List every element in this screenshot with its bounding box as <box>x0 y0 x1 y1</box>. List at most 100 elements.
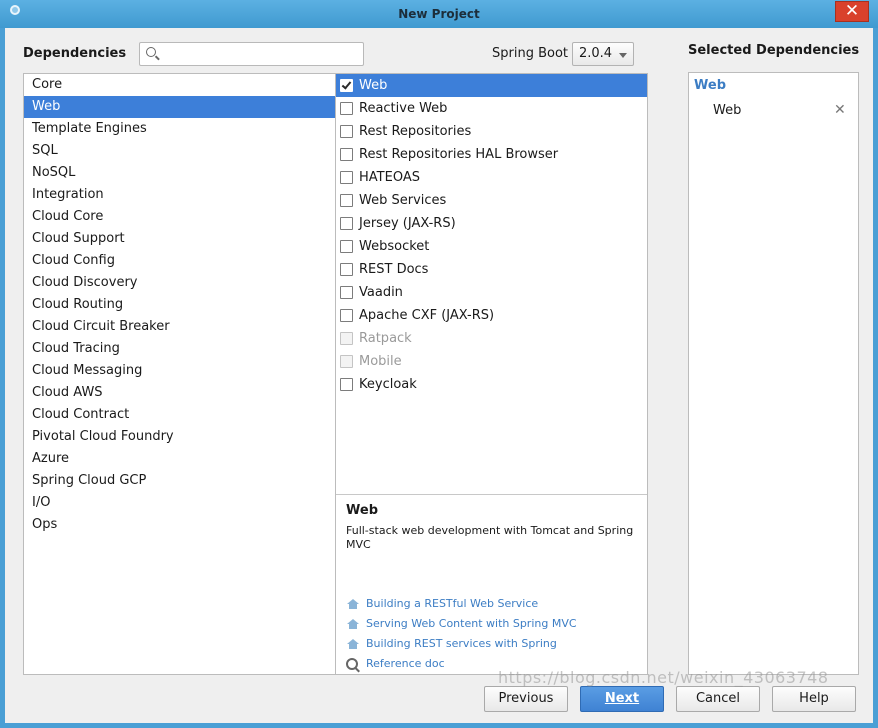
category-item[interactable]: Cloud Config <box>24 250 335 272</box>
cancel-label: Cancel <box>695 691 741 706</box>
category-list: Core Web Template Engines SQL NoSQL Integrati… <box>23 73 336 675</box>
help-button[interactable]: Help <box>772 686 856 712</box>
guide-link[interactable]: Serving Web Content with Spring MVC <box>346 615 577 635</box>
dependency-item[interactable]: Web Services <box>336 189 647 212</box>
category-item[interactable]: Ops <box>24 514 335 536</box>
dependency-checkbox[interactable] <box>340 263 353 276</box>
category-item[interactable]: Cloud AWS <box>24 382 335 404</box>
search-box[interactable] <box>139 42 364 66</box>
new-project-dialog: Dependencies Spring Boot 2.0.4 Selected … <box>5 28 873 723</box>
dependency-item[interactable]: Rest Repositories HAL Browser <box>336 143 647 166</box>
dependency-checkbox[interactable] <box>340 240 353 253</box>
category-item[interactable]: Spring Cloud GCP <box>24 470 335 492</box>
dependency-item[interactable]: Keycloak <box>336 373 647 396</box>
category-item[interactable]: Cloud Contract <box>24 404 335 426</box>
category-item[interactable]: Cloud Routing <box>24 294 335 316</box>
dependency-label: Rest Repositories HAL Browser <box>359 147 559 162</box>
detail-title: Web <box>346 503 378 518</box>
reference-icon <box>346 658 358 670</box>
dependency-item[interactable]: Web <box>336 74 647 97</box>
dependencies-label: Dependencies <box>23 46 127 61</box>
dependency-checkbox[interactable] <box>340 378 353 391</box>
category-item[interactable]: Template Engines <box>24 118 335 140</box>
spring-boot-version-select[interactable]: 2.0.4 <box>572 42 634 66</box>
chevron-down-icon <box>619 53 627 58</box>
window-title: New Project <box>398 7 480 21</box>
search-input[interactable] <box>162 45 357 63</box>
title-bar: New Project ✕ <box>0 0 878 28</box>
category-item[interactable]: SQL <box>24 140 335 162</box>
dependency-detail: Web Full-stack web development with Tomc… <box>336 494 647 674</box>
dependency-label: Apache CXF (JAX-RS) <box>359 308 495 323</box>
dependency-checkbox <box>340 355 353 368</box>
dependency-item[interactable]: REST Docs <box>336 258 647 281</box>
dependency-checkbox[interactable] <box>340 194 353 207</box>
dependency-item[interactable]: Vaadin <box>336 281 647 304</box>
selected-dependency-item: Web <box>713 103 742 118</box>
watermark: https://blog.csdn.net/weixin_43063748 <box>498 668 829 687</box>
dependency-item[interactable]: HATEOAS <box>336 166 647 189</box>
help-label: Help <box>799 691 829 706</box>
category-item[interactable]: Azure <box>24 448 335 470</box>
dependency-checkbox[interactable] <box>340 79 353 92</box>
dependency-label: Web Services <box>359 193 447 208</box>
dependency-label: Ratpack <box>359 331 412 346</box>
dependency-checkbox[interactable] <box>340 171 353 184</box>
dependency-label: Mobile <box>359 354 402 369</box>
dependency-checkbox[interactable] <box>340 125 353 138</box>
dependency-checkbox[interactable] <box>340 148 353 161</box>
dependency-label: Web <box>359 78 388 93</box>
dependency-checkbox[interactable] <box>340 217 353 230</box>
guide-links: Building a RESTful Web Service Serving We… <box>346 595 577 675</box>
spring-boot-version-value: 2.0.4 <box>579 46 613 61</box>
dependency-label: Rest Repositories <box>359 124 472 139</box>
dependency-item[interactable]: Jersey (JAX-RS) <box>336 212 647 235</box>
dependency-item: Mobile <box>336 350 647 373</box>
guide-link-label: Building REST services with Spring <box>366 637 557 650</box>
category-item[interactable]: NoSQL <box>24 162 335 184</box>
guide-link[interactable]: Building REST services with Spring <box>346 635 577 655</box>
guide-link[interactable]: Building a RESTful Web Service <box>346 595 577 615</box>
dependency-item[interactable]: Rest Repositories <box>336 120 647 143</box>
search-icon <box>146 47 156 57</box>
dependency-list: Web Reactive Web Rest Repositories Rest Rep… <box>336 74 647 494</box>
guide-icon <box>347 619 359 629</box>
category-item[interactable]: Cloud Support <box>24 228 335 250</box>
dependency-item: Ratpack <box>336 327 647 350</box>
next-label: Next <box>604 691 640 706</box>
dependency-label: Jersey (JAX-RS) <box>359 216 456 231</box>
dependency-label: Vaadin <box>359 285 403 300</box>
detail-description: Full-stack web development with Tomcat a… <box>346 524 634 551</box>
cancel-button[interactable]: Cancel <box>676 686 760 712</box>
previous-label: Previous <box>498 691 554 706</box>
category-item[interactable]: Cloud Core <box>24 206 335 228</box>
selected-group-title: Web <box>694 78 726 93</box>
checkmark-icon <box>341 79 352 90</box>
dependency-label: Keycloak <box>359 377 417 392</box>
dependency-item[interactable]: Apache CXF (JAX-RS) <box>336 304 647 327</box>
category-item[interactable]: Web <box>24 96 335 118</box>
previous-button[interactable]: Previous <box>484 686 568 712</box>
dependency-checkbox[interactable] <box>340 309 353 322</box>
category-item[interactable]: I/O <box>24 492 335 514</box>
dependency-checkbox[interactable] <box>340 286 353 299</box>
close-button[interactable]: ✕ <box>835 1 869 22</box>
dependency-checkbox[interactable] <box>340 102 353 115</box>
category-item[interactable]: Cloud Tracing <box>24 338 335 360</box>
selected-dependencies-label: Selected Dependencies <box>688 43 860 58</box>
dependency-panel: Web Reactive Web Rest Repositories Rest Rep… <box>335 73 648 675</box>
dependency-item[interactable]: Reactive Web <box>336 97 647 120</box>
category-item[interactable]: Integration <box>24 184 335 206</box>
category-item[interactable]: Cloud Messaging <box>24 360 335 382</box>
remove-icon[interactable]: ✕ <box>834 102 846 118</box>
category-item[interactable]: Cloud Circuit Breaker <box>24 316 335 338</box>
selected-dependencies-panel: Web Web ✕ <box>688 72 859 675</box>
dependency-item[interactable]: Websocket <box>336 235 647 258</box>
category-item[interactable]: Pivotal Cloud Foundry <box>24 426 335 448</box>
category-item[interactable]: Cloud Discovery <box>24 272 335 294</box>
dependency-label: HATEOAS <box>359 170 420 185</box>
category-item[interactable]: Core <box>24 74 335 96</box>
dependency-label: Websocket <box>359 239 430 254</box>
next-button[interactable]: Next <box>580 686 664 712</box>
spring-boot-label: Spring Boot <box>492 46 569 61</box>
